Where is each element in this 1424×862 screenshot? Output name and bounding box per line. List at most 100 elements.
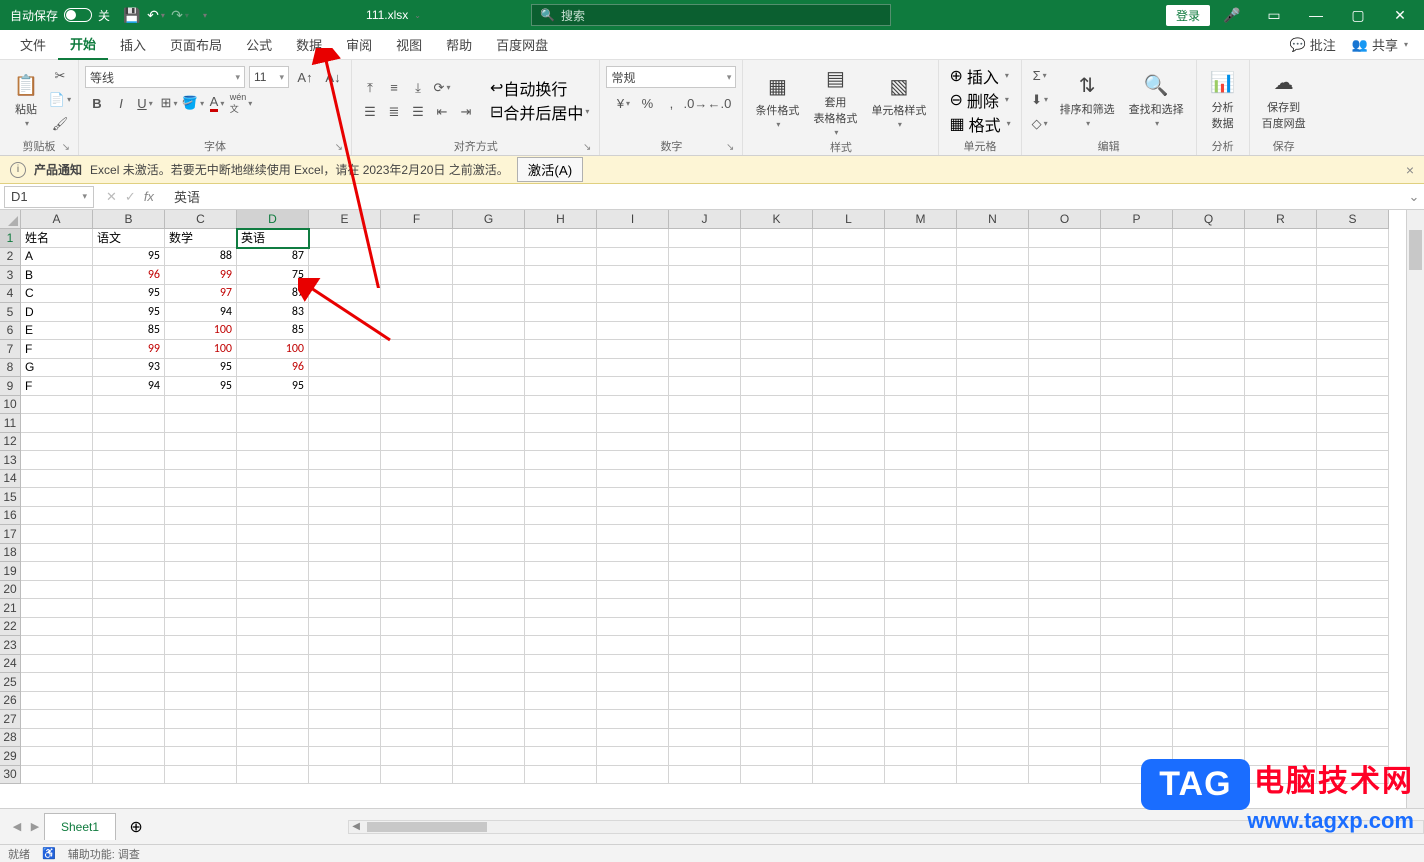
- cell[interactable]: [1173, 673, 1245, 692]
- cell[interactable]: [669, 488, 741, 507]
- cell[interactable]: [741, 377, 813, 396]
- cell[interactable]: [1029, 581, 1101, 600]
- cell[interactable]: [525, 433, 597, 452]
- col-header[interactable]: N: [957, 210, 1029, 229]
- sheet-tab-1[interactable]: Sheet1: [44, 813, 116, 840]
- cell[interactable]: [813, 433, 885, 452]
- cell[interactable]: [813, 340, 885, 359]
- tab-file[interactable]: 文件: [8, 30, 58, 60]
- cell[interactable]: [1245, 618, 1317, 637]
- cell[interactable]: [885, 322, 957, 341]
- cell[interactable]: [1173, 303, 1245, 322]
- cell[interactable]: [597, 562, 669, 581]
- cell[interactable]: 95: [237, 377, 309, 396]
- cell[interactable]: [813, 285, 885, 304]
- cell[interactable]: [1029, 414, 1101, 433]
- cell[interactable]: [1029, 396, 1101, 415]
- font-color-button[interactable]: A▾: [205, 92, 229, 114]
- cell[interactable]: [309, 562, 381, 581]
- cell[interactable]: [93, 433, 165, 452]
- cell[interactable]: [1317, 470, 1389, 489]
- cell[interactable]: 100: [237, 340, 309, 359]
- cell[interactable]: [93, 562, 165, 581]
- cell[interactable]: [741, 581, 813, 600]
- cell[interactable]: F: [21, 377, 93, 396]
- cell[interactable]: [741, 285, 813, 304]
- cell[interactable]: [813, 377, 885, 396]
- cell[interactable]: [741, 340, 813, 359]
- cell[interactable]: [1173, 525, 1245, 544]
- cell[interactable]: [1317, 673, 1389, 692]
- cell[interactable]: [669, 655, 741, 674]
- cell[interactable]: [1317, 229, 1389, 248]
- cell[interactable]: [381, 655, 453, 674]
- indent-decrease-button[interactable]: ⇤: [430, 101, 454, 123]
- autosave-toggle[interactable]: 自动保存 关: [0, 7, 120, 24]
- font-launcher-icon[interactable]: ↘: [335, 142, 343, 153]
- cell[interactable]: [1317, 581, 1389, 600]
- cell[interactable]: [1029, 488, 1101, 507]
- cell[interactable]: [1245, 266, 1317, 285]
- cell[interactable]: [669, 433, 741, 452]
- cell[interactable]: 97: [165, 285, 237, 304]
- cell[interactable]: [21, 507, 93, 526]
- cell[interactable]: [1173, 599, 1245, 618]
- cell[interactable]: [1245, 396, 1317, 415]
- cell[interactable]: [885, 303, 957, 322]
- cell[interactable]: [309, 303, 381, 322]
- cell[interactable]: [741, 673, 813, 692]
- cell[interactable]: [381, 562, 453, 581]
- cell[interactable]: [813, 544, 885, 563]
- cell[interactable]: [1029, 655, 1101, 674]
- cell[interactable]: [525, 581, 597, 600]
- cell[interactable]: [669, 451, 741, 470]
- mic-icon[interactable]: 🎤: [1212, 0, 1252, 30]
- cell[interactable]: 85: [237, 322, 309, 341]
- cell[interactable]: [237, 451, 309, 470]
- cell[interactable]: [237, 655, 309, 674]
- cell[interactable]: [525, 766, 597, 785]
- cell[interactable]: [525, 303, 597, 322]
- cell[interactable]: 100: [165, 322, 237, 341]
- cell[interactable]: [1101, 229, 1173, 248]
- cell[interactable]: [1317, 433, 1389, 452]
- insert-cells-button[interactable]: ⊕插入▾: [945, 65, 1014, 87]
- cell[interactable]: [669, 766, 741, 785]
- cell[interactable]: [741, 655, 813, 674]
- cell[interactable]: [813, 747, 885, 766]
- cell[interactable]: [813, 248, 885, 267]
- cell[interactable]: [525, 544, 597, 563]
- cell[interactable]: [1173, 692, 1245, 711]
- cell[interactable]: [669, 396, 741, 415]
- cell[interactable]: [309, 322, 381, 341]
- cell[interactable]: [597, 692, 669, 711]
- cell[interactable]: [1245, 433, 1317, 452]
- cell[interactable]: [741, 507, 813, 526]
- cell[interactable]: [381, 636, 453, 655]
- cell[interactable]: [309, 673, 381, 692]
- cell[interactable]: [669, 507, 741, 526]
- cell[interactable]: [453, 525, 525, 544]
- cell[interactable]: [813, 359, 885, 378]
- phonetic-button[interactable]: wén文▾: [229, 92, 253, 114]
- redo-icon[interactable]: ↷▾: [168, 3, 192, 27]
- cell[interactable]: [957, 618, 1029, 637]
- cell[interactable]: 96: [93, 266, 165, 285]
- cell[interactable]: [957, 636, 1029, 655]
- col-header[interactable]: P: [1101, 210, 1173, 229]
- cell[interactable]: [885, 470, 957, 489]
- cell[interactable]: [957, 285, 1029, 304]
- cell[interactable]: [669, 285, 741, 304]
- spreadsheet-grid[interactable]: ABCDEFGHIJKLMNOPQRS1姓名语文数学英语2A9588873B96…: [0, 210, 1424, 808]
- cell[interactable]: [813, 303, 885, 322]
- percent-button[interactable]: %: [635, 92, 659, 114]
- cell[interactable]: [21, 451, 93, 470]
- cell[interactable]: [453, 303, 525, 322]
- cell[interactable]: [1317, 322, 1389, 341]
- cell[interactable]: 95: [93, 248, 165, 267]
- cell[interactable]: [1245, 414, 1317, 433]
- cell[interactable]: [597, 655, 669, 674]
- cell[interactable]: [381, 322, 453, 341]
- cell[interactable]: [525, 248, 597, 267]
- cell[interactable]: [525, 340, 597, 359]
